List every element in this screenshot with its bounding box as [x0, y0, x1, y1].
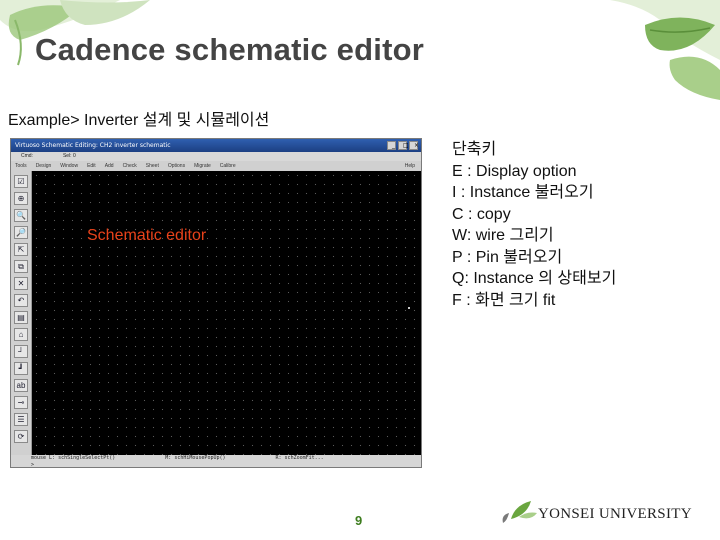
delete-icon[interactable]: ✕ [14, 277, 28, 290]
cadence-status-bar: Cmd: Sel: 0 [11, 152, 421, 161]
window-controls: _ □ × [387, 141, 419, 150]
mouse-right-binding: R: schZoomFit... [275, 455, 324, 461]
cadence-mouse-bindings: mouse L: schSingleSelectPt() M: schHiMou… [11, 455, 421, 469]
cadence-titlebar: Virtuoso Schematic Editing: CH2 inverter… [11, 139, 421, 152]
cadence-window-screenshot: Virtuoso Schematic Editing: CH2 inverter… [10, 138, 422, 468]
cadence-tool-palette: ☑ ⊕ 🔍 🔎 ⇱ ⧉ ✕ ↶ ▤ ⌂ ┘ ┛ ab ⊸ ☰ ⟳ [11, 171, 32, 455]
cmd-options-icon[interactable]: ☰ [14, 413, 28, 426]
copy-icon[interactable]: ⧉ [14, 260, 28, 273]
menu-options[interactable]: Options [168, 161, 185, 171]
selection-status: Sel: 0 [62, 153, 76, 159]
close-icon[interactable]: × [409, 141, 419, 150]
wire-wide-icon[interactable]: ┛ [14, 362, 28, 375]
menu-design[interactable]: Design [36, 161, 52, 171]
label-icon[interactable]: ab [14, 379, 28, 392]
canvas-marker [408, 307, 410, 309]
shortcut-item: W: wire 그리기 [452, 227, 554, 244]
slide-title: Cadence schematic editor [35, 32, 425, 67]
cadence-menubar: Tools Design Window Edit Add Check Sheet… [11, 161, 421, 171]
shortcut-item: C : copy [452, 205, 511, 223]
menu-migrate[interactable]: Migrate [194, 161, 211, 171]
shortcut-item: E : Display option [452, 162, 577, 180]
properties-icon[interactable]: ▤ [14, 311, 28, 324]
page-number: 9 [355, 513, 363, 528]
menu-help[interactable]: Help [405, 161, 421, 171]
menu-window[interactable]: Window [60, 161, 78, 171]
pin-icon[interactable]: ⊸ [14, 396, 28, 409]
menu-check[interactable]: Check [123, 161, 137, 171]
undo-icon[interactable]: ↶ [14, 294, 28, 307]
cadence-window-title: Virtuoso Schematic Editing: CH2 inverter… [15, 142, 171, 149]
mouse-left-binding: mouse L: schSingleSelectPt() [31, 455, 116, 461]
shortcut-item: P : Pin 불러오기 [452, 248, 563, 266]
maximize-icon[interactable]: □ [398, 141, 409, 150]
leaf-decoration-right [610, 0, 720, 100]
slide-subtitle: Example> Inverter 설계 및 시뮬레이션 [8, 112, 270, 129]
shortcut-item: Q: Instance 의 상태보기 [452, 270, 617, 287]
zoom-in-icon[interactable]: 🔍 [14, 209, 28, 222]
university-logo-text: YONSEI UNIVERSITY [538, 506, 692, 522]
shortcut-item: F : 화면 크기 fit [452, 291, 556, 309]
shortcut-list: 단축키 E : Display option I : Instance 불러오기… [452, 139, 616, 311]
instance-icon[interactable]: ⌂ [14, 328, 28, 341]
university-logo-icon [502, 501, 537, 523]
check-save-icon[interactable]: ☑ [14, 175, 28, 188]
wire-narrow-icon[interactable]: ┘ [14, 345, 28, 358]
schematic-canvas[interactable]: Schematic editor [32, 171, 421, 455]
menu-add[interactable]: Add [105, 161, 114, 171]
repeat-icon[interactable]: ⟳ [14, 430, 28, 443]
cmd-status: Cmd: [21, 153, 33, 159]
menu-tools[interactable]: Tools [15, 161, 27, 171]
mouse-middle-binding: M: schHiMousePopUp() [165, 455, 226, 461]
menu-calibre[interactable]: Calibre [220, 161, 236, 171]
minimize-icon[interactable]: _ [387, 141, 396, 150]
shortcut-heading: 단축키 [452, 141, 497, 158]
canvas-annotation: Schematic editor [87, 227, 207, 244]
stretch-icon[interactable]: ⇱ [14, 243, 28, 256]
menu-edit[interactable]: Edit [87, 161, 96, 171]
command-prompt[interactable]: > [31, 462, 421, 469]
shortcut-item: I : Instance 불러오기 [452, 184, 594, 201]
menu-sheet[interactable]: Sheet [146, 161, 159, 171]
save-icon[interactable]: ⊕ [14, 192, 28, 205]
zoom-out-icon[interactable]: 🔎 [14, 226, 28, 239]
